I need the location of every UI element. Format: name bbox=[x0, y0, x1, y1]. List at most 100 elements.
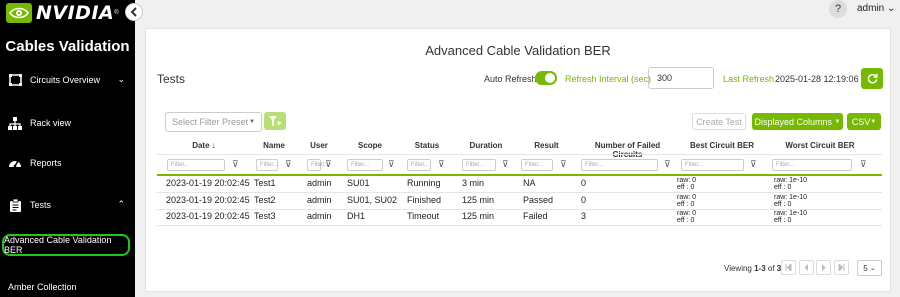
circuit-icon bbox=[8, 73, 22, 87]
filter-input-user[interactable]: Filter... bbox=[307, 159, 329, 171]
cell-duration: 125 min bbox=[462, 195, 495, 205]
column-header-status[interactable]: Status bbox=[407, 141, 447, 150]
caret-down-icon: ▼ bbox=[249, 119, 255, 125]
cell-date: 2023-01-19 20:02:45 bbox=[166, 211, 250, 221]
column-header-best-ber[interactable]: Best Circuit BER bbox=[680, 141, 764, 150]
nav-circuits-overview[interactable]: Circuits Overview ⌄ bbox=[0, 70, 135, 90]
help-button[interactable]: ? bbox=[829, 0, 847, 18]
last-refresh-value: 2025-01-28 12:19:06 bbox=[775, 74, 859, 84]
auto-refresh-label: Auto Refresh bbox=[484, 74, 537, 84]
filter-icon[interactable]: ⊽ bbox=[325, 159, 332, 170]
page-title: Advanced Cable Validation BER bbox=[425, 43, 611, 58]
prev-page-button[interactable] bbox=[799, 260, 814, 275]
preset-placeholder: Select Filter Preset bbox=[172, 117, 249, 127]
column-header-name[interactable]: Name bbox=[254, 141, 294, 150]
last-page-button[interactable] bbox=[834, 260, 849, 275]
filter-input-result[interactable]: Filter... bbox=[521, 159, 553, 171]
filter-icon[interactable]: ⊽ bbox=[285, 159, 292, 170]
filter-input-name[interactable]: Filter... bbox=[256, 159, 278, 171]
nvidia-logo[interactable]: NVIDIA ® bbox=[6, 1, 124, 25]
cell-best-raw: raw: 0 bbox=[677, 210, 697, 217]
cell-user: admin bbox=[307, 211, 332, 221]
column-header-scope[interactable]: Scope bbox=[346, 141, 394, 150]
filter-icon[interactable]: ⊽ bbox=[232, 159, 239, 170]
cell-scope: DH1 bbox=[347, 211, 366, 221]
page-size-select[interactable]: 5 ⌄ bbox=[857, 260, 882, 276]
viewing-prefix: Viewing bbox=[724, 264, 755, 273]
brand-name: NVIDIA bbox=[36, 2, 115, 24]
create-test-button[interactable]: Create Test bbox=[692, 113, 746, 130]
nav-tests[interactable]: Tests ⌃ bbox=[0, 195, 135, 215]
column-header-result[interactable]: Result bbox=[520, 141, 573, 150]
refresh-icon bbox=[867, 73, 878, 84]
next-page-button[interactable] bbox=[816, 260, 831, 275]
chevron-down-icon: ⌄ bbox=[117, 74, 125, 84]
cell-worst-raw: raw: 1e-10 bbox=[774, 210, 808, 217]
viewing-of: of bbox=[765, 264, 777, 273]
filter-icon[interactable]: ⊽ bbox=[438, 159, 445, 170]
sort-desc-icon: ↓ bbox=[211, 141, 216, 150]
first-page-icon bbox=[785, 264, 792, 271]
cell-status: Timeout bbox=[407, 211, 440, 221]
first-page-button[interactable] bbox=[781, 260, 796, 275]
filter-preset-select[interactable]: Select Filter Preset ▼ bbox=[165, 112, 262, 132]
filter-input-worst-ber[interactable]: Filter... bbox=[772, 159, 852, 171]
filter-input-duration[interactable]: Filter... bbox=[462, 159, 496, 171]
filter-icon[interactable]: ⊽ bbox=[502, 159, 509, 170]
refresh-button[interactable] bbox=[861, 68, 883, 89]
cell-name: Test3 bbox=[254, 211, 276, 221]
user-menu[interactable]: admin ⌄ bbox=[857, 3, 895, 14]
filter-input-best-ber[interactable]: Filter... bbox=[681, 159, 744, 171]
nav-advanced-cable-validation-ber[interactable]: Advanced Cable Validation BER bbox=[2, 234, 130, 256]
column-header-failed-circuits[interactable]: Number of Failed Circuits bbox=[580, 141, 675, 159]
next-page-icon bbox=[822, 264, 826, 271]
filter-icon[interactable]: ⊽ bbox=[750, 159, 757, 170]
filter-input-date[interactable]: Filter... bbox=[167, 159, 225, 171]
displayed-columns-button[interactable]: Displayed Columns ▼ bbox=[752, 113, 843, 130]
pagination-summary: Viewing 1-3 of 3 bbox=[724, 264, 781, 273]
cell-best-eff: eff : 0 bbox=[677, 217, 695, 224]
cell-duration: 125 min bbox=[462, 211, 495, 221]
nav-reports[interactable]: Reports bbox=[0, 153, 135, 173]
displayed-columns-label: Displayed Columns bbox=[754, 116, 833, 127]
cell-best-raw: raw: 0 bbox=[677, 194, 697, 201]
column-header-duration[interactable]: Duration bbox=[461, 141, 511, 150]
chevron-down-icon: ⌄ bbox=[887, 3, 896, 14]
cell-worst-raw: raw: 1e-10 bbox=[774, 177, 808, 184]
viewing-range: 1-3 bbox=[754, 264, 766, 273]
nvidia-eye-icon bbox=[6, 3, 32, 23]
network-icon bbox=[8, 116, 22, 130]
sidebar: NVIDIA ® Cables Validation Circuits Overv… bbox=[0, 0, 135, 297]
chevron-up-icon: ⌃ bbox=[117, 199, 125, 209]
cell-failed: 0 bbox=[581, 195, 587, 205]
auto-refresh-toggle[interactable] bbox=[535, 71, 557, 85]
nav-rack-view[interactable]: Rack view bbox=[0, 113, 135, 133]
filter-icon[interactable]: ⊽ bbox=[560, 159, 567, 170]
cell-best-raw: raw: 0 bbox=[677, 177, 697, 184]
column-header-date[interactable]: Date ↓ bbox=[157, 141, 251, 150]
filter-icon[interactable]: ⊽ bbox=[664, 159, 671, 170]
cell-best-eff: eff : 0 bbox=[677, 184, 695, 191]
column-header-user[interactable]: User bbox=[303, 141, 335, 150]
column-header-worst-ber[interactable]: Worst Circuit BER bbox=[770, 141, 870, 150]
cell-name: Test1 bbox=[254, 178, 276, 188]
cell-result: NA bbox=[523, 178, 536, 188]
csv-button[interactable]: CSV ▼ bbox=[847, 113, 881, 130]
filter-save-icon bbox=[269, 115, 281, 126]
save-filter-button[interactable] bbox=[264, 112, 286, 130]
cell-worst-raw: raw: 1e-10 bbox=[774, 194, 808, 201]
header-accent-line bbox=[157, 174, 882, 176]
cell-worst-eff: eff : 0 bbox=[774, 201, 792, 208]
filter-icon[interactable]: ⊽ bbox=[388, 159, 395, 170]
registered-mark: ® bbox=[114, 10, 119, 16]
refresh-interval-input[interactable]: 300 bbox=[648, 67, 714, 89]
filter-input-scope[interactable]: Filter... bbox=[347, 159, 383, 171]
filter-input-failed-circuits[interactable]: Filter... bbox=[581, 159, 658, 171]
header-divider bbox=[157, 154, 882, 155]
cell-best-eff: eff : 0 bbox=[677, 201, 695, 208]
filter-icon[interactable]: ⊽ bbox=[860, 159, 867, 170]
filter-input-status[interactable]: Filter... bbox=[407, 159, 431, 171]
nav-amber-collection[interactable]: Amber Collection bbox=[8, 282, 77, 292]
sidebar-collapse-button[interactable] bbox=[125, 3, 143, 21]
caret-down-icon: ▼ bbox=[870, 118, 877, 125]
